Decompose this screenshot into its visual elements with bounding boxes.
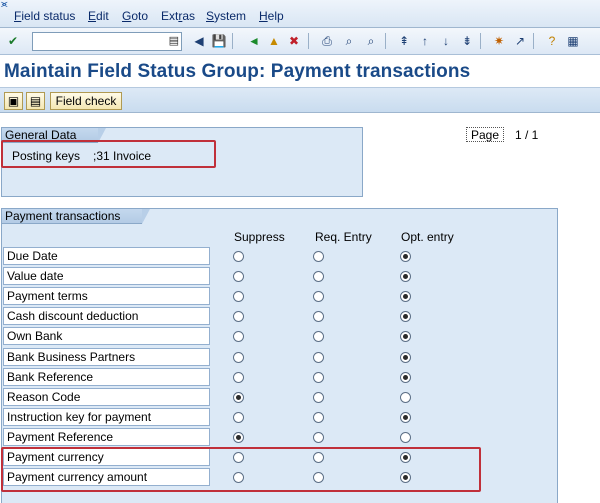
- suppress-radio[interactable]: [233, 291, 244, 302]
- field-label: Due Date: [3, 247, 210, 265]
- suppress-radio[interactable]: [233, 392, 244, 403]
- system-menu-icon[interactable]: ⪤: [1, 0, 13, 10]
- opt-entry-radio[interactable]: [400, 412, 411, 423]
- help-icon[interactable]: ?: [543, 32, 561, 50]
- collapse-icon[interactable]: ◀: [190, 32, 208, 50]
- payment-transactions-tab: Payment transactions: [2, 209, 151, 224]
- application-toolbar: ▣ ▤ Field check: [0, 87, 600, 113]
- exit-icon[interactable]: ▲: [265, 32, 283, 50]
- opt-entry-radio[interactable]: [400, 392, 411, 403]
- previous-page-icon[interactable]: ↑: [416, 32, 434, 50]
- command-field[interactable]: ▤: [32, 32, 182, 51]
- page-label: Page: [466, 127, 505, 142]
- highlight-payment-currency: [1, 447, 481, 492]
- field-check-button[interactable]: Field check: [50, 92, 122, 110]
- req-entry-radio[interactable]: [313, 412, 324, 423]
- field-label: Payment Reference: [3, 428, 210, 446]
- req-entry-radio[interactable]: [313, 392, 324, 403]
- last-page-icon[interactable]: ⇟: [458, 32, 476, 50]
- suppress-radio[interactable]: [233, 372, 244, 383]
- menu-system[interactable]: System: [206, 9, 246, 23]
- menu-goto[interactable]: Goto: [122, 9, 148, 23]
- layout-icon[interactable]: ▦: [564, 32, 582, 50]
- req-entry-radio[interactable]: [313, 372, 324, 383]
- enter-icon[interactable]: ✔: [4, 32, 22, 50]
- field-label: Own Bank: [3, 327, 210, 345]
- opt-entry-radio[interactable]: [400, 352, 411, 363]
- opt-entry-radio[interactable]: [400, 432, 411, 443]
- cancel-icon[interactable]: ✖: [285, 32, 303, 50]
- suppress-radio[interactable]: [233, 251, 244, 262]
- req-entry-radio[interactable]: [313, 311, 324, 322]
- field-label: Reason Code: [3, 388, 210, 406]
- page-title: Maintain Field Status Group: Payment tra…: [4, 61, 471, 82]
- req-entry-column-header: Req. Entry: [315, 230, 372, 244]
- opt-entry-radio[interactable]: [400, 311, 411, 322]
- subgroup-list-icon[interactable]: ▤: [26, 92, 45, 110]
- suppress-radio[interactable]: [233, 311, 244, 322]
- field-label: Cash discount deduction: [3, 307, 210, 325]
- field-label: Payment terms: [3, 287, 210, 305]
- req-entry-radio[interactable]: [313, 331, 324, 342]
- page-number: 1 / 1: [515, 128, 539, 142]
- req-entry-radio[interactable]: [313, 251, 324, 262]
- menu-edit[interactable]: Edit: [88, 9, 109, 23]
- suppress-radio[interactable]: [233, 271, 244, 282]
- field-label: Instruction key for payment: [3, 408, 210, 426]
- field-label: Bank Business Partners: [3, 348, 210, 366]
- other-group-icon[interactable]: ▣: [4, 92, 23, 110]
- field-label: Value date: [3, 267, 210, 285]
- field-label: Bank Reference: [3, 368, 210, 386]
- find-icon[interactable]: ⌕: [340, 32, 358, 50]
- opt-entry-radio[interactable]: [400, 291, 411, 302]
- suppress-radio[interactable]: [233, 412, 244, 423]
- req-entry-radio[interactable]: [313, 291, 324, 302]
- first-page-icon[interactable]: ⇞: [395, 32, 413, 50]
- highlight-posting-keys: [1, 140, 216, 168]
- req-entry-radio[interactable]: [313, 271, 324, 282]
- save-icon[interactable]: 💾: [210, 32, 228, 50]
- command-history-icon[interactable]: ▤: [169, 34, 179, 47]
- suppress-radio[interactable]: [233, 432, 244, 443]
- create-session-icon[interactable]: ✷: [490, 32, 508, 50]
- suppress-column-header: Suppress: [234, 230, 285, 244]
- opt-entry-radio[interactable]: [400, 372, 411, 383]
- menu-field-status[interactable]: Field status: [14, 9, 75, 23]
- shortcut-icon[interactable]: ↗: [511, 32, 529, 50]
- suppress-radio[interactable]: [233, 352, 244, 363]
- find-next-icon[interactable]: ⌕: [362, 32, 380, 50]
- next-page-icon[interactable]: ↓: [437, 32, 455, 50]
- standard-toolbar: ✔ ▤ ◀ 💾 ◄ ▲ ✖ ⎙ ⌕ ⌕ ⇞ ↑ ↓ ⇟ ✷ ↗ ? ▦: [0, 28, 600, 55]
- req-entry-radio[interactable]: [313, 352, 324, 363]
- opt-entry-radio[interactable]: [400, 331, 411, 342]
- menu-extras[interactable]: Extras: [161, 9, 195, 23]
- back-icon[interactable]: ◄: [245, 32, 263, 50]
- opt-entry-radio[interactable]: [400, 271, 411, 282]
- suppress-radio[interactable]: [233, 331, 244, 342]
- print-icon[interactable]: ⎙: [318, 32, 336, 50]
- opt-entry-column-header: Opt. entry: [401, 230, 454, 244]
- menu-help[interactable]: Help: [259, 9, 284, 23]
- menu-bar: ⪤ Field status Edit Goto Extras System Help: [0, 0, 600, 28]
- req-entry-radio[interactable]: [313, 432, 324, 443]
- opt-entry-radio[interactable]: [400, 251, 411, 262]
